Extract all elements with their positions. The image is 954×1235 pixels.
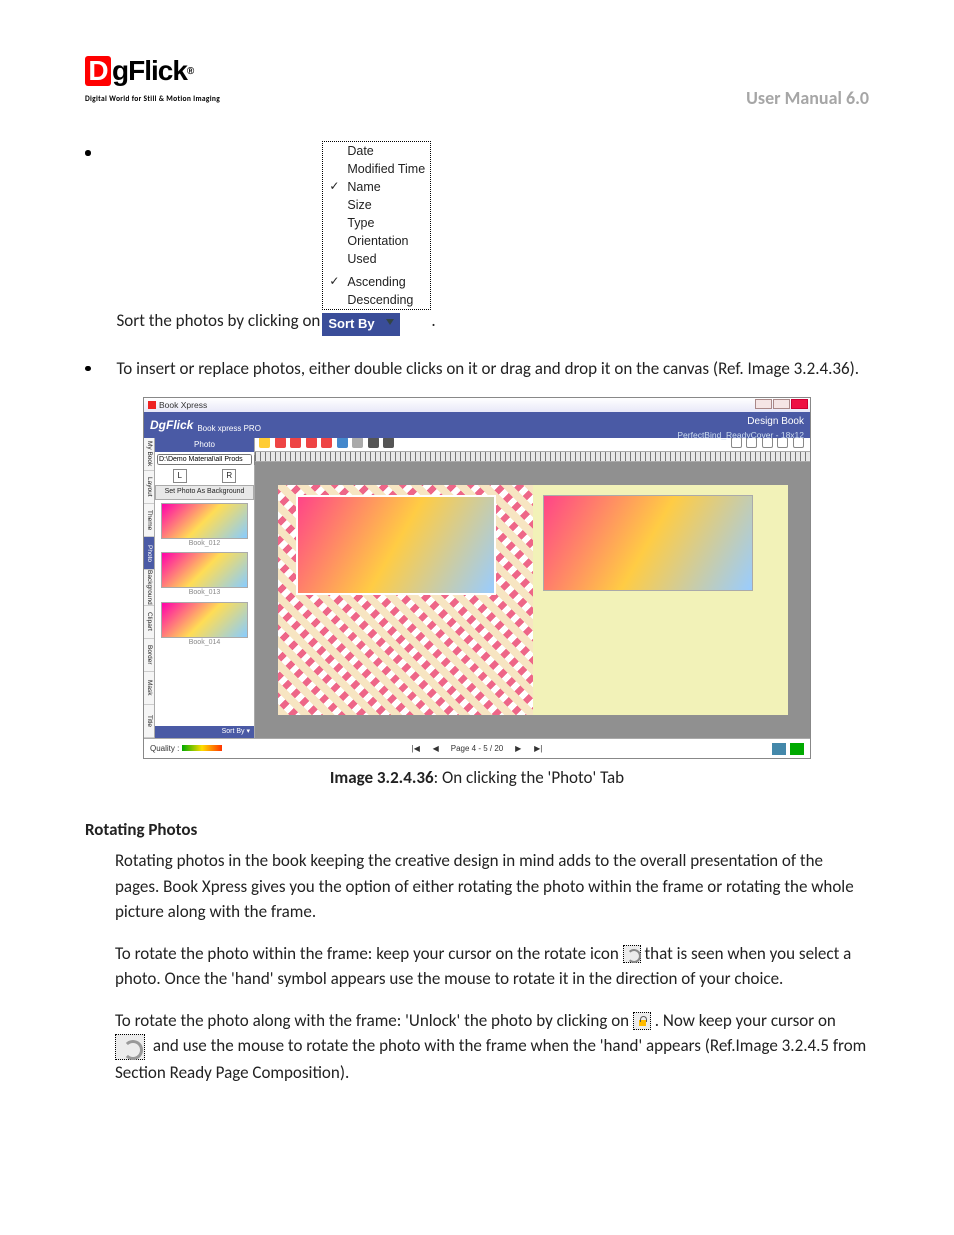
save-icon[interactable] [772,743,786,755]
sort-order-descending[interactable]: Descending [323,291,430,309]
tab-theme[interactable]: Theme [144,504,154,537]
sort-option-modified-time[interactable]: Modified Time [323,160,430,178]
tool-icon[interactable] [352,437,363,448]
sort-option-name[interactable]: Name [323,178,430,196]
canvas-area [255,438,810,738]
toolbar [259,437,396,453]
bullet-insert-text: To insert or replace photos, either doub… [117,356,870,382]
tab-layout[interactable]: Layout [144,471,154,504]
photo-panel: Photo … L R Set Photo As Background Book… [155,438,255,738]
thumbnail[interactable] [161,602,248,638]
tab-photo[interactable]: Photo [144,537,154,570]
thumbnail-label: Book_013 [155,588,254,599]
minimize-button[interactable] [755,399,772,409]
proceed-icon[interactable] [790,743,804,755]
prev-page-button[interactable]: ◀ [431,743,441,755]
brand-label: DgFlick [150,416,193,434]
tab-clipart[interactable]: Clipart [144,606,154,639]
rotate-icon [623,945,641,963]
rotate-icon [115,1034,145,1060]
tool-icon[interactable] [259,437,270,448]
logo-d-icon: D [85,56,111,86]
app-icon [148,401,156,409]
window-title: Book Xpress [159,399,207,412]
tab-mask[interactable]: Mask [144,672,154,705]
r-toggle[interactable]: R [222,469,236,483]
logo-tagline: Digital World for Still & Motion Imaging [85,94,220,105]
vertical-tabs: My BookLayoutThemePhotoBackgroundClipart… [144,438,155,738]
photo-frame[interactable] [296,495,496,595]
sort-option-size[interactable]: Size [323,196,430,214]
page-indicator: Page 4 - 5 / 20 [451,743,503,755]
photo-frame[interactable] [543,495,753,591]
tab-title[interactable]: Title [144,705,154,738]
window-titlebar: Book Xpress [144,398,810,412]
tool-icon[interactable] [290,437,301,448]
image-caption: Image 3.2.4.36: On clicking the 'Photo' … [85,765,869,791]
close-button[interactable] [791,399,808,409]
logo-word: gFlick [112,50,187,92]
tool-icon[interactable] [337,437,348,448]
tool-icon[interactable] [275,437,286,448]
sort-option-date[interactable]: Date [323,142,430,160]
rotate-within-frame: To rotate the photo within the frame: ke… [115,941,869,992]
logo: D gFlick® Digital World for Still & Moti… [85,50,220,105]
page-header: D gFlick® Digital World for Still & Moti… [85,50,869,112]
quality-label: Quality : [150,744,179,753]
bullet-insert: To insert or replace photos, either doub… [85,356,869,382]
subbrand-label: Book xpress PRO [197,423,261,438]
thumbnail[interactable] [161,503,248,539]
quality-bar-icon [182,745,222,751]
redo-icon[interactable] [383,437,394,448]
rotating-photos-heading: Rotating Photos [85,817,869,843]
sort-option-orientation[interactable]: Orientation [323,232,430,250]
rotating-intro: Rotating photos in the book keeping the … [115,848,869,925]
set-as-background-button[interactable]: Set Photo As Background [155,485,254,500]
thumbnail-label: Book_012 [155,539,254,550]
next-page-button[interactable]: ▶ [513,743,523,755]
bullet-sort: Sort the photos by clicking on DateModif… [85,140,869,334]
last-page-button[interactable]: ▶| [533,743,543,755]
cover-label: PerfectBind_ReadyCover - 18x12 [677,430,804,440]
tool-icon[interactable] [321,437,332,448]
sort-order-ascending[interactable]: Ascending [323,273,430,291]
sort-by-button[interactable]: Sort By [322,313,400,336]
side-sort-button[interactable]: Sort By ▾ [155,726,254,739]
undo-icon[interactable] [368,437,379,448]
lock-icon [633,1012,651,1030]
tab-my-book[interactable]: My Book [144,438,154,471]
tab-background[interactable]: Background [144,570,154,606]
design-book-label: Design Book [677,414,804,429]
bullet-sort-text: Sort the photos by clicking on [117,310,321,331]
bullet-icon [85,150,91,156]
screenshot-book-xpress: Book Xpress DgFlick Book xpress PRO Desi… [143,397,811,759]
l-toggle[interactable]: L [173,469,187,483]
first-page-button[interactable]: |◀ [411,743,421,755]
manual-title: User Manual 6.0 [746,85,869,112]
sort-option-type[interactable]: Type [323,214,430,232]
tool-icon[interactable] [306,437,317,448]
tab-border[interactable]: Border [144,639,154,672]
app-header: DgFlick Book xpress PRO Design Book Perf… [144,412,810,438]
bullet-icon [85,366,91,372]
photo-panel-title: Photo [155,438,254,452]
footer-bar: Quality : |◀ ◀ Page 4 - 5 / 20 ▶ ▶| [144,738,810,758]
thumbnail[interactable] [161,552,248,588]
sort-option-used[interactable]: Used [323,250,430,268]
page-spread[interactable] [278,485,788,715]
maximize-button[interactable] [773,399,790,409]
path-input[interactable] [157,454,252,465]
rotate-with-frame: To rotate the photo along with the frame… [115,1008,869,1086]
ruler [255,452,810,462]
sort-menu: DateModified TimeNameSizeTypeOrientation… [322,141,431,336]
thumbnail-label: Book_014 [155,638,254,649]
chevron-down-icon [386,319,394,325]
